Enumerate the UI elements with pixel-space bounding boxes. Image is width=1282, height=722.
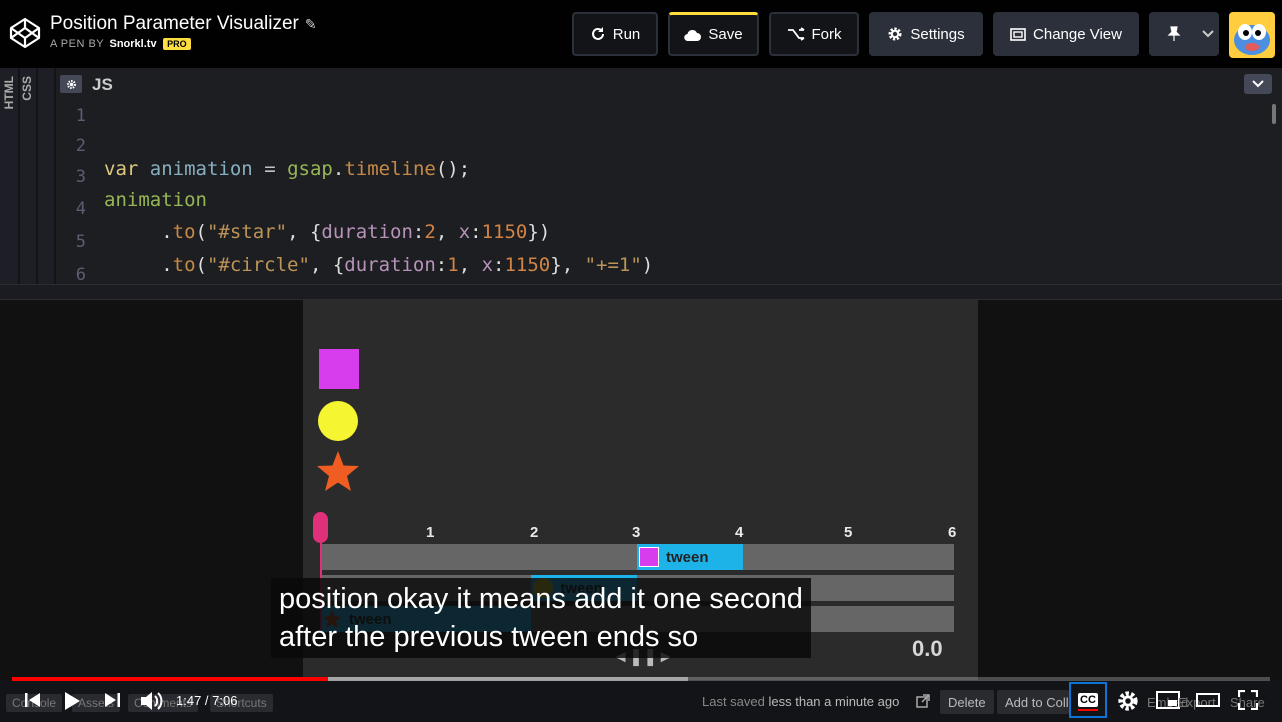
timeline-tick: 6: [948, 524, 957, 541]
timeline-tick: 5: [844, 524, 853, 541]
tab-divider: [36, 68, 38, 284]
square-marker: [639, 547, 659, 567]
edit-pencil-icon[interactable]: ✎: [305, 16, 317, 32]
next-icon[interactable]: [103, 690, 121, 710]
js-editor[interactable]: JS 1 2 var animation = gsap.timeline(); …: [56, 68, 1282, 309]
timeline-tick: 4: [735, 524, 744, 541]
tab-html[interactable]: HTML: [2, 76, 16, 109]
author-link[interactable]: Snorkl.tv: [110, 38, 157, 50]
subtitles-button[interactable]: CC: [1069, 682, 1107, 718]
miniplayer-icon[interactable]: [1156, 690, 1180, 710]
tween-label: tween: [666, 548, 709, 566]
timeline-time-readout: 0.0: [912, 636, 943, 661]
codepen-video-frame: Position Parameter Visualizer ✎ A PEN BY …: [0, 0, 1282, 722]
layout-icon: [1010, 27, 1026, 41]
code-line: 2 var animation = gsap.timeline();: [56, 114, 1256, 180]
timeline-tick: 3: [632, 524, 641, 541]
caption-line-2: after the previous tween ends so: [279, 621, 699, 653]
fullscreen-icon[interactable]: [1238, 690, 1258, 710]
pin-icon: [1167, 26, 1181, 41]
last-saved-status: Last saved less than a minute ago: [702, 694, 899, 709]
avatar-face-icon: [1234, 24, 1270, 55]
video-time: 1:47 / 7:06: [176, 693, 238, 708]
settings-button[interactable]: Settings: [869, 12, 983, 56]
gear-icon: [888, 27, 902, 41]
change-view-button[interactable]: Change View: [993, 12, 1139, 56]
fork-button[interactable]: Fork: [769, 12, 859, 56]
play-icon[interactable]: [63, 690, 81, 712]
run-label: Run: [612, 25, 641, 43]
code-area[interactable]: 1 2 var animation = gsap.timeline(); 3 a…: [56, 102, 1266, 309]
resize-handle[interactable]: [0, 284, 1282, 300]
delete-button[interactable]: Delete: [940, 690, 994, 714]
theater-mode-icon[interactable]: [1196, 690, 1220, 710]
code-line: 1: [56, 84, 1256, 126]
user-avatar[interactable]: [1229, 12, 1275, 58]
external-link-icon[interactable]: [916, 694, 930, 708]
cc-icon: CC: [1078, 693, 1098, 711]
change-view-label: Change View: [1033, 25, 1122, 43]
refresh-icon: [591, 27, 604, 40]
caption-line-1: position okay it means add it one second: [279, 583, 803, 615]
tab-css[interactable]: CSS: [20, 76, 34, 101]
fork-label: Fork: [811, 25, 842, 43]
volume-icon[interactable]: [139, 690, 163, 712]
pen-byline: A PEN BY Snorkl.tv PRO: [50, 38, 191, 50]
byline-prefix: A PEN BY: [50, 38, 104, 50]
save-button[interactable]: Save: [668, 12, 759, 56]
cloud-icon: [684, 29, 702, 41]
run-button[interactable]: Run: [572, 12, 658, 56]
timeline-tick: 1: [426, 524, 435, 541]
playhead-handle[interactable]: [313, 512, 328, 543]
add-to-collection-button[interactable]: Add to Collection: [997, 690, 1069, 714]
saved-when: less than a minute ago: [768, 694, 900, 709]
pen-title[interactable]: Position Parameter Visualizer ✎: [50, 13, 317, 35]
square-shape: [319, 349, 359, 389]
chevron-down-icon: [1202, 30, 1214, 38]
circle-shape: [318, 401, 358, 441]
pro-badge: PRO: [163, 38, 191, 50]
code-line: 6 .to("#square", {duration:1, x:1150}): [56, 243, 1256, 309]
video-caption: position okay it means add it one second…: [271, 578, 811, 658]
pen-title-text: Position Parameter Visualizer: [50, 13, 299, 34]
header-bar: Position Parameter Visualizer ✎ A PEN BY …: [0, 0, 1282, 68]
code-line: 3 animation: [56, 145, 1256, 211]
fork-icon: [787, 27, 804, 41]
line-number: 6: [75, 265, 86, 285]
settings-label: Settings: [910, 25, 965, 43]
codepen-logo-icon[interactable]: [9, 17, 41, 49]
tween-block-square[interactable]: tween: [637, 544, 743, 570]
saved-prefix: Last saved: [702, 694, 765, 709]
previous-icon[interactable]: [24, 690, 42, 710]
timeline-tick: 2: [530, 524, 539, 541]
code-line: 4 .to("#star", {duration:2, x:1150}): [56, 177, 1256, 243]
editor-scrollbar[interactable]: [1272, 104, 1276, 124]
pin-menu-button[interactable]: [1149, 12, 1219, 56]
save-label: Save: [708, 26, 743, 43]
code-line: 5 .to("#circle", {duration:1, x:1150}, "…: [56, 210, 1256, 276]
star-shape: [317, 451, 359, 491]
